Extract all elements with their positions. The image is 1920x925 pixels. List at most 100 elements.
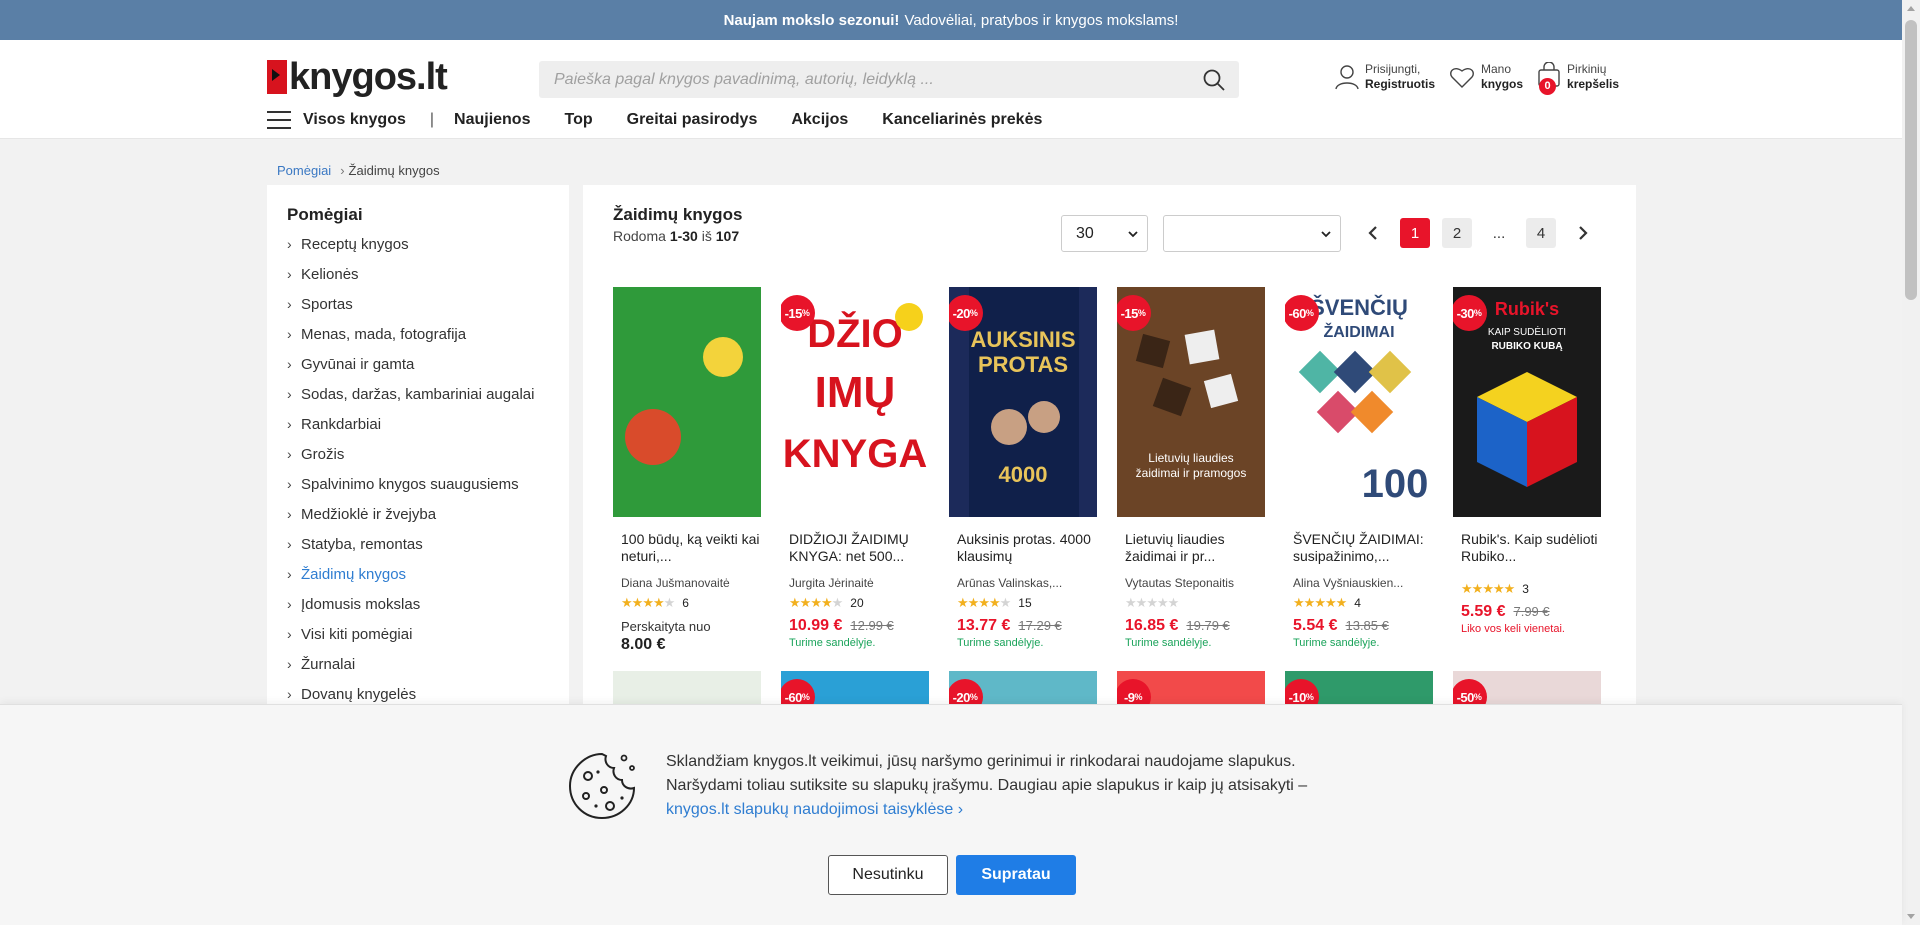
svg-text:100: 100 xyxy=(1362,462,1429,506)
sidebar-item[interactable]: › Menas, mada, fotografija xyxy=(287,319,569,349)
star-icon: ★ xyxy=(999,595,1012,610)
page-1-button[interactable]: 1 xyxy=(1400,218,1430,248)
cookie-policy-link[interactable]: knygos.lt slapukų naudojimosi taisyklėse… xyxy=(666,801,963,818)
book-cover[interactable]: ŠVENČIŲ ŽAIDIMAI 100 -60% xyxy=(1285,287,1433,517)
scroll-thumb[interactable] xyxy=(1905,20,1917,300)
sidebar-item[interactable]: › Statyba, remontas xyxy=(287,529,569,559)
breadcrumb-root[interactable]: Pomėgiai xyxy=(277,163,331,178)
star-icon: ★ xyxy=(831,595,844,610)
my-books-line2: knygos xyxy=(1481,77,1524,91)
page-title: Žaidimų knygos xyxy=(613,205,743,224)
prev-page-button[interactable] xyxy=(1358,218,1388,248)
product-author[interactable]: Arūnas Valinskas,... xyxy=(949,576,1097,590)
page-4-button[interactable]: 4 xyxy=(1526,218,1556,248)
product-card[interactable]: AUKSINIS PROTAS 4000 -20% Auksinis protas. 4… xyxy=(949,287,1097,649)
product-card[interactable]: DŽIO IMŲ KNYGA -15% DIDŽIOJI ŽAIDIMŲ KNYGA: … xyxy=(781,287,929,649)
sidebar-item-label: Spalvinimo knygos suaugusiems xyxy=(301,475,519,493)
sidebar-item[interactable]: › Sodas, daržas, kambariniai augalai xyxy=(287,379,569,409)
nav-item-stationery[interactable]: Kanceliarinės prekės xyxy=(882,111,1042,129)
svg-text:ŽAIDIMAI: ŽAIDIMAI xyxy=(1323,322,1394,341)
svg-text:ŠVENČIŲ: ŠVENČIŲ xyxy=(1310,295,1408,320)
nav-item-top[interactable]: Top xyxy=(564,111,592,129)
star-icon: ★ xyxy=(1503,581,1516,596)
sidebar-item[interactable]: › Grožis xyxy=(287,439,569,469)
page-2-button[interactable]: 2 xyxy=(1442,218,1472,248)
of-label: iš xyxy=(701,228,712,244)
book-cover[interactable]: Rubik's KAIP SUDĖLIOTI RUBIKO KUBĄ -30% xyxy=(1453,287,1601,517)
sidebar-item-label: Medžioklė ir žvejyba xyxy=(301,505,437,523)
promo-text: Vadovėliai, pratybos ir knygos mokslams! xyxy=(904,11,1179,29)
sidebar-item[interactable]: › Sportas xyxy=(287,289,569,319)
next-page-button[interactable] xyxy=(1568,218,1598,248)
product-author[interactable]: Alina Vyšniauskien... xyxy=(1285,576,1433,590)
product-card[interactable]: 100 būdų, ką veikti kai neturi,... Diana … xyxy=(613,287,761,654)
chevron-right-icon: › xyxy=(287,686,292,702)
sidebar-item[interactable]: › Gyvūnai ir gamta xyxy=(287,349,569,379)
result-count: Rodoma 1-30 iš 107 xyxy=(613,228,739,244)
product-title[interactable]: ŠVENČIŲ ŽAIDIMAI: susipažinimo,... xyxy=(1285,531,1433,565)
product-card[interactable]: ŠVENČIŲ ŽAIDIMAI 100 -60% ŠVENČIŲ ŽAIDIMAI: … xyxy=(1285,287,1433,649)
sidebar-item[interactable]: › Žurnalai xyxy=(287,649,569,679)
star-icon: ★ xyxy=(820,595,833,610)
nav-item-coming-soon[interactable]: Greitai pasirodys xyxy=(627,111,758,129)
nav-item-naujienos[interactable]: Naujienos xyxy=(454,111,530,129)
sidebar-item[interactable]: › Kelionės xyxy=(287,259,569,289)
sidebar-item-label: Sodas, daržas, kambariniai augalai xyxy=(301,385,535,403)
login-link[interactable]: Prisijungti, Registruotis xyxy=(1335,62,1435,92)
decline-cookies-button[interactable]: Nesutinku xyxy=(828,855,948,895)
star-icon: ★ xyxy=(799,595,812,610)
cookie-text: Sklandžiam knygos.lt veikimui, jūsų narš… xyxy=(666,750,1326,822)
pagination: 1 2 ... 4 xyxy=(1358,218,1598,248)
book-cover[interactable]: AUKSINIS PROTAS 4000 -20% xyxy=(949,287,1097,517)
product-title[interactable]: Rubik's. Kaip sudėlioti Rubiko... xyxy=(1453,531,1601,565)
book-cover[interactable]: DŽIO IMŲ KNYGA -15% xyxy=(781,287,929,517)
per-page-select[interactable]: 30 xyxy=(1061,215,1148,252)
sidebar-item[interactable]: › Rankdarbiai xyxy=(287,409,569,439)
search-input[interactable] xyxy=(539,61,1189,98)
chevron-right-icon: › xyxy=(287,596,292,612)
cart-link[interactable]: 0 Pirkinių krepšelis xyxy=(1537,61,1619,95)
my-books-link[interactable]: Mano knygos xyxy=(1449,62,1523,92)
search-button[interactable] xyxy=(1189,61,1239,98)
product-card[interactable]: Lietuvių liaudies žaidimai ir pramogos -15… xyxy=(1117,287,1265,649)
star-icon: ★ xyxy=(1482,581,1494,596)
book-cover[interactable]: Lietuvių liaudies žaidimai ir pramogos -15… xyxy=(1117,287,1265,517)
promo-banner[interactable]: Naujam mokslo sezonui! Vadovėliai, praty… xyxy=(0,0,1902,40)
product-title[interactable]: Auksinis protas. 4000 klausimų xyxy=(949,531,1097,565)
sidebar-item[interactable]: › Įdomusis mokslas xyxy=(287,589,569,619)
product-author[interactable]: Jurgita Jėrinaitė xyxy=(781,576,929,590)
sidebar-item[interactable]: › Visi kiti pomėgiai xyxy=(287,619,569,649)
product-title[interactable]: Lietuvių liaudies žaidimai ir pr... xyxy=(1117,531,1265,565)
star-icon: ★ xyxy=(1314,595,1326,610)
star-icon: ★ xyxy=(1471,581,1484,596)
product-title[interactable]: DIDŽIOJI ŽAIDIMŲ KNYGA: net 500... xyxy=(781,531,929,565)
rating: ★ ★ ★ ★ ★ 20 xyxy=(781,595,929,611)
sidebar-item-label: Žurnalai xyxy=(301,655,356,673)
product-author[interactable]: Vytautas Steponaitis xyxy=(1117,576,1265,590)
menu-icon[interactable] xyxy=(267,111,291,129)
scroll-down-arrow-icon[interactable] xyxy=(1907,914,1915,919)
scroll-up-arrow-icon[interactable] xyxy=(1907,6,1915,11)
accept-cookies-button[interactable]: Supratau xyxy=(956,855,1076,895)
chevron-right-icon: › xyxy=(287,566,292,582)
site-logo[interactable]: knygos.lt xyxy=(267,56,448,98)
nav-all-books[interactable]: Visos knygos xyxy=(303,111,406,129)
product-card[interactable]: Rubik's KAIP SUDĖLIOTI RUBIKO KUBĄ -30% Rubi… xyxy=(1453,287,1601,635)
cart-count-badge: 0 xyxy=(1539,78,1557,95)
sidebar-item[interactable]: › Spalvinimo knygos suaugusiems xyxy=(287,469,569,499)
product-title[interactable]: 100 būdų, ką veikti kai neturi,... xyxy=(613,531,761,565)
nav-item-deals[interactable]: Akcijos xyxy=(791,111,848,129)
book-cover[interactable] xyxy=(613,287,761,517)
product-author[interactable]: Diana Jušmanovaitė xyxy=(613,576,761,590)
sidebar-item[interactable]: › Medžioklė ir žvejyba xyxy=(287,499,569,529)
star-icon: ★ xyxy=(1146,595,1158,610)
product-listing: Žaidimų knygos Rodoma 1-30 iš 107 30 1 2… xyxy=(583,185,1636,711)
star-icon: ★ xyxy=(1324,595,1337,610)
breadcrumb-separator: › xyxy=(340,163,345,178)
page-scrollbar[interactable] xyxy=(1902,0,1920,925)
sidebar-item[interactable]: › Žaidimų knygos xyxy=(287,559,569,589)
sidebar-title: Pomėgiai xyxy=(287,205,363,224)
sidebar-item[interactable]: › Receptų knygos xyxy=(287,229,569,259)
sort-select[interactable] xyxy=(1163,215,1341,252)
logo-mark-icon xyxy=(267,60,287,94)
